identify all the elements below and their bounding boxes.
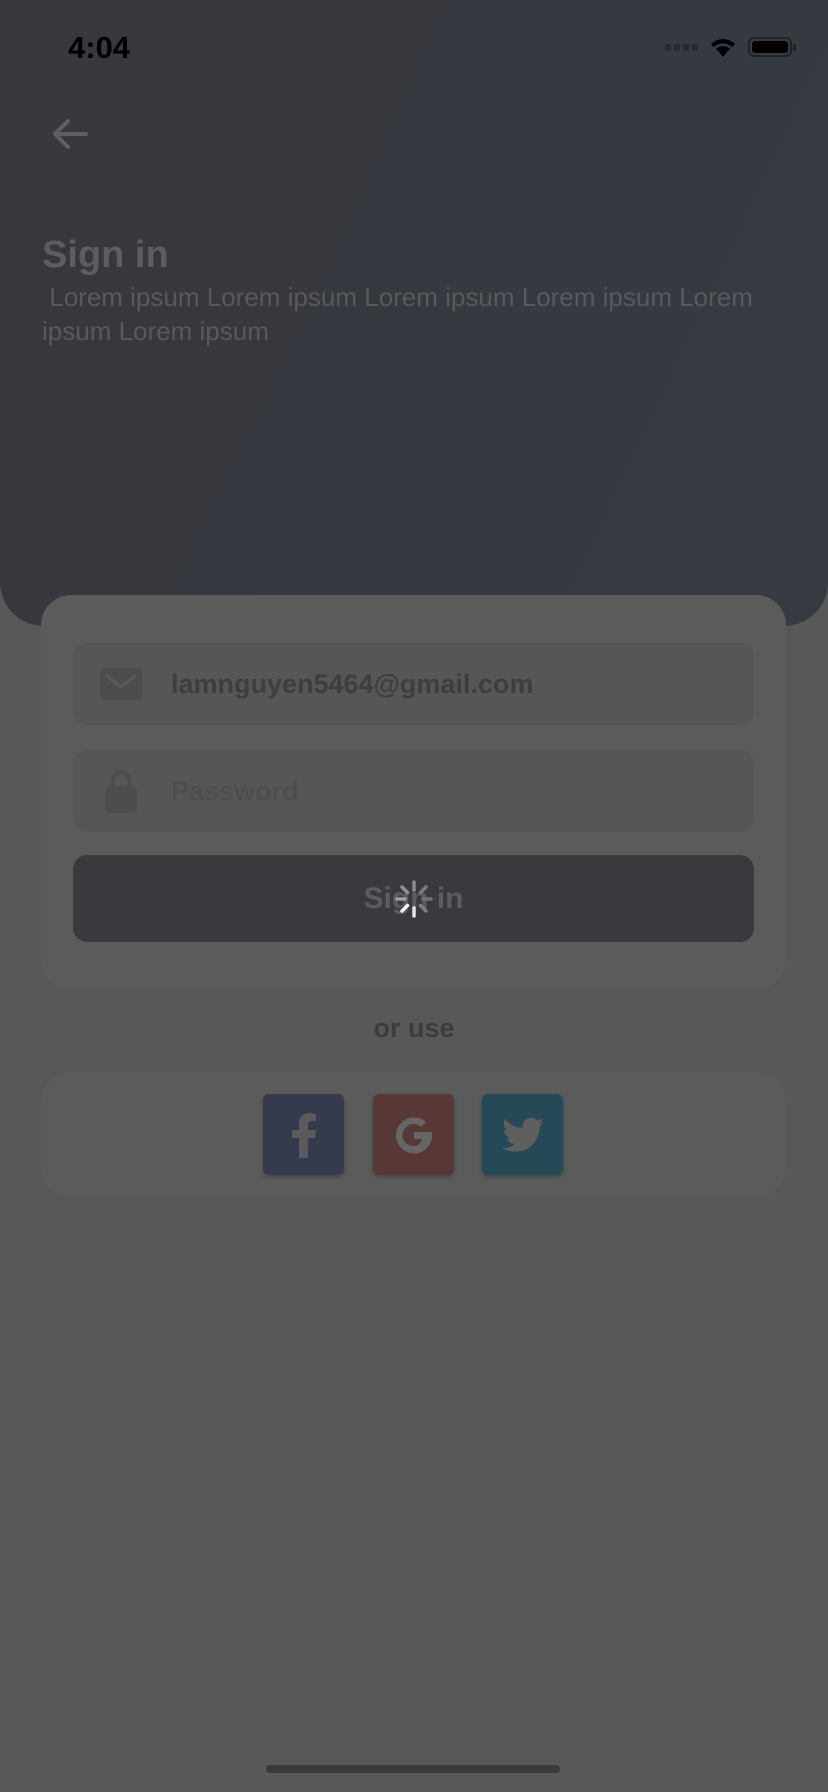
facebook-login-button[interactable] — [263, 1094, 344, 1175]
mail-icon — [99, 668, 143, 700]
page-subtitle: Lorem ipsum Lorem ipsum Lorem ipsum Lore… — [42, 282, 761, 346]
loading-spinner-icon — [394, 879, 433, 918]
status-time: 4:04 — [68, 30, 131, 65]
header-banner: 4:04 Sign in Lorem ipsum Lorem ipsum Lor… — [0, 0, 828, 626]
home-indicator[interactable] — [266, 1765, 560, 1773]
google-login-button[interactable] — [373, 1094, 454, 1175]
wifi-icon — [711, 39, 735, 57]
email-value: lamnguyen5464@gmail.com — [171, 668, 534, 699]
social-login-card — [41, 1072, 786, 1197]
sign-in-card: lamnguyen5464@gmail.com Password Sign in — [41, 595, 786, 990]
battery-icon — [748, 37, 796, 57]
twitter-icon — [501, 1117, 544, 1152]
or-use-label: or use — [373, 1013, 455, 1043]
back-button[interactable] — [50, 116, 90, 152]
password-field[interactable]: Password — [73, 750, 754, 832]
lock-icon — [99, 768, 143, 814]
cellular-signal-icon — [665, 43, 698, 51]
page-title: Sign in — [42, 234, 169, 276]
sign-in-button[interactable]: Sign in — [73, 855, 754, 942]
google-icon — [395, 1116, 432, 1153]
facebook-icon — [291, 1112, 316, 1158]
twitter-login-button[interactable] — [482, 1094, 563, 1175]
arrow-left-icon — [53, 119, 88, 149]
password-placeholder: Password — [171, 775, 299, 806]
status-icons — [665, 36, 796, 58]
email-field[interactable]: lamnguyen5464@gmail.com — [73, 643, 754, 725]
